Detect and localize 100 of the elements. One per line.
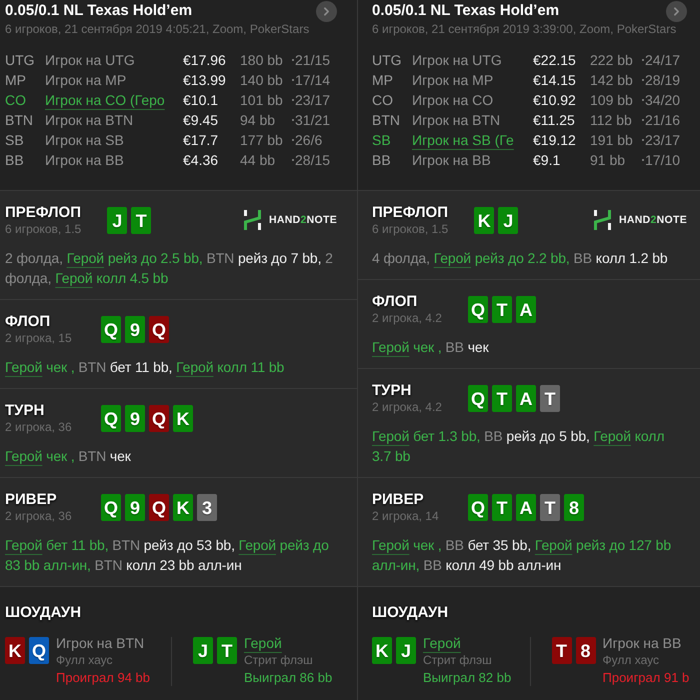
playing-card: T: [131, 207, 152, 234]
stack-amount: €22.15: [533, 51, 576, 70]
stack-in-bb: 109 bb: [590, 91, 633, 110]
hero-link[interactable]: Герой: [534, 537, 572, 553]
playing-card: 9: [125, 316, 145, 343]
action-line: Герой бет 11 bb, BTN рейз до 53 bb, Герой рейз до 83 bb алл-ин, BTN колл 23 bb алл-ин: [5, 536, 330, 575]
player-name-link[interactable]: Герой: [244, 635, 282, 652]
playing-card: Q: [149, 494, 169, 521]
seat-position: BTN: [372, 111, 400, 130]
playing-card: T: [492, 296, 512, 323]
hero-link[interactable]: Герой: [5, 537, 42, 553]
stack-in-bb: 142 bb: [590, 71, 633, 90]
playing-card: Q: [101, 405, 121, 432]
player-name: Игрок на BTN: [45, 111, 134, 130]
street-title: РИВЕР: [372, 491, 424, 509]
logo-text: HAND2NOTE: [268, 214, 337, 226]
hero-link[interactable]: Герой: [238, 537, 276, 553]
showdown-title: ШОУДАУН: [372, 603, 448, 623]
player-stats: 17/14: [295, 71, 330, 90]
seat-position: MP: [5, 71, 26, 90]
playing-card: A: [516, 385, 536, 412]
stack-in-bb: 94 bb: [240, 111, 276, 130]
playing-card: T: [540, 494, 560, 521]
street-title: РИВЕР: [5, 491, 57, 509]
seat-position: CO: [372, 91, 393, 110]
hand-subtitle: 6 игроков, 21 сентября 2019 3:39:00, Zoom, PokerStars: [372, 21, 676, 37]
next-button[interactable]: [316, 0, 337, 22]
player-name: Игрок на BB: [45, 151, 124, 170]
logo-text: HAND2NOTE: [618, 214, 687, 226]
hand-title: 0.05/0.1 NL Texas Hold’em: [5, 1, 192, 21]
seat-position: CO: [5, 91, 26, 110]
street-subtitle: 2 игрока, 36: [5, 509, 72, 523]
playing-card: T: [217, 637, 237, 664]
hand-result: Проиграл 94 bb: [56, 669, 150, 686]
hand-result: Выиграл 86 bb: [244, 669, 332, 686]
street-title: ПРЕФЛОП: [5, 204, 81, 222]
player-name: Игрок на MP: [45, 71, 126, 90]
playing-card: T: [552, 637, 572, 664]
player-name-link[interactable]: Герой: [423, 635, 461, 652]
playing-card: T: [492, 385, 512, 412]
hero-link[interactable]: Герой: [372, 339, 410, 355]
seat-position: BTN: [5, 111, 33, 130]
street-subtitle: 2 игрока, 4.2: [372, 400, 442, 414]
stack-amount: €13.99: [183, 71, 226, 90]
logo-icon: [594, 210, 611, 230]
playing-card: 9: [125, 494, 145, 521]
stack-in-bb: 180 bb: [240, 51, 283, 70]
hero-link[interactable]: Герой: [372, 428, 410, 444]
seat-position: MP: [372, 71, 393, 90]
playing-card: J: [193, 637, 213, 664]
stack-amount: €19.12: [533, 131, 576, 150]
hero-link[interactable]: Герой: [66, 250, 104, 266]
action-line: 4 фолда, Герой рейз до 2.2 bb, BB колл 1.2 bb: [372, 249, 669, 268]
hand-rank: Стрит флэш: [244, 652, 313, 669]
playing-card: K: [173, 494, 193, 521]
playing-card: J: [107, 207, 128, 234]
hero-link[interactable]: Герой: [434, 250, 472, 266]
stack-amount: €17.7: [183, 131, 218, 150]
player-name-link[interactable]: Игрок на SB (Ге: [412, 130, 514, 150]
hero-link[interactable]: Герой: [176, 359, 214, 375]
hand-rank: Фулл хаус: [602, 652, 659, 669]
seat-position: SB: [372, 131, 391, 150]
player-name-link[interactable]: Игрок на CO (Геро: [45, 90, 165, 110]
player-name: Игрок на MP: [412, 71, 494, 90]
playing-card: Q: [101, 316, 121, 343]
next-button[interactable]: [666, 0, 687, 22]
playing-card: J: [396, 637, 416, 664]
stack-in-bb: 91 bb: [590, 151, 626, 170]
playing-card: 3: [197, 494, 217, 521]
street-subtitle: 2 игрока, 36: [5, 420, 72, 434]
playing-card: Q: [101, 494, 121, 521]
playing-card: K: [173, 405, 193, 432]
playing-card: T: [492, 494, 512, 521]
hero-link[interactable]: Герой: [55, 270, 93, 286]
player-stats: 28/19: [645, 71, 680, 90]
hero-link[interactable]: Герой: [5, 448, 42, 464]
stack-in-bb: 177 bb: [240, 131, 283, 150]
playing-card: 9: [125, 405, 145, 432]
action-line: Герой чек , BTN бет 11 bb, Герой колл 11 bb: [5, 358, 286, 377]
player-name: Игрок на BB: [412, 151, 491, 170]
playing-card: K: [5, 637, 25, 664]
playing-card: A: [516, 494, 536, 521]
playing-card: Q: [468, 296, 488, 323]
logo-icon: [244, 210, 261, 230]
stack-amount: €10.1: [183, 91, 218, 110]
player-stats: 23/17: [645, 131, 680, 150]
hero-link[interactable]: Герой: [5, 359, 42, 375]
hero-link[interactable]: Герой: [594, 428, 631, 444]
player-stats: 24/17: [645, 51, 680, 70]
action-line: Герой чек , BB чек: [372, 338, 490, 357]
playing-card: K: [474, 207, 494, 234]
street-subtitle: 2 игрока, 4.2: [372, 311, 442, 325]
street-subtitle: 6 игроков, 1.5: [372, 222, 448, 236]
player-stats: 21/16: [645, 111, 680, 130]
playing-card: T: [540, 385, 560, 412]
player-stats: 23/17: [295, 91, 330, 110]
hero-link[interactable]: Герой: [372, 537, 410, 553]
stack-in-bb: 101 bb: [240, 91, 283, 110]
player-name: Игрок на UTG: [45, 51, 135, 70]
street-subtitle: 2 игрока, 14: [372, 509, 439, 523]
